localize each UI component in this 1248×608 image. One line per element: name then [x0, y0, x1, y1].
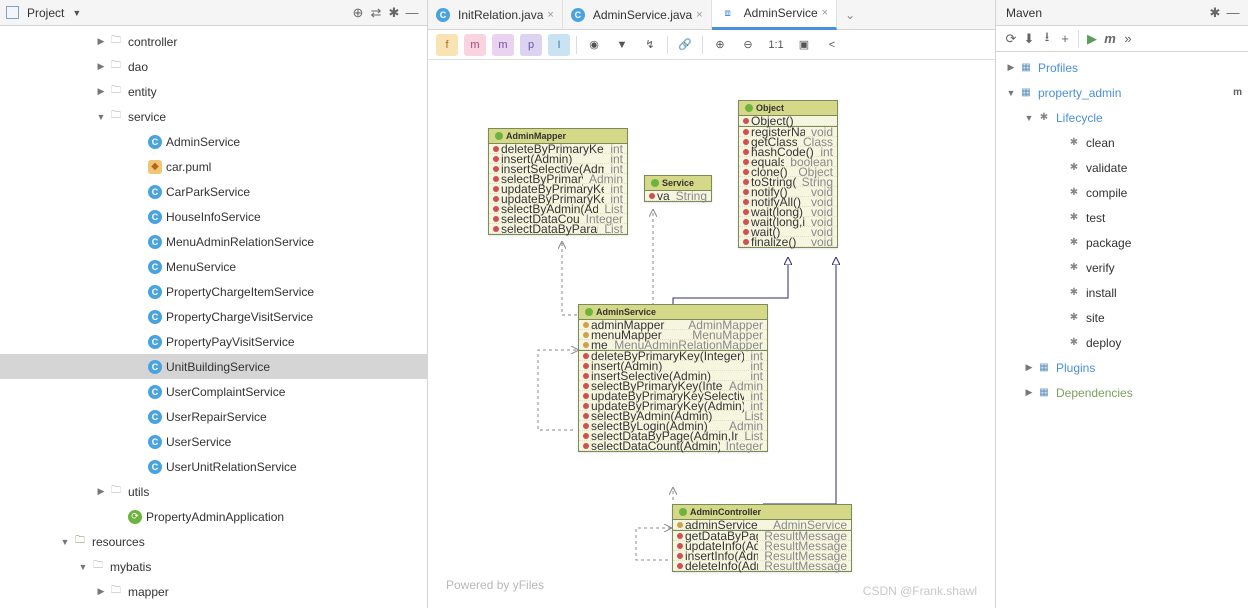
project-title[interactable]: Project	[23, 6, 68, 20]
fit-button[interactable]: ▣	[793, 34, 815, 56]
maven-tree[interactable]: ▶▦Profiles▼▦property_adminm▼✱Lifecycle✱c…	[996, 52, 1248, 608]
tab[interactable]: ⧈AdminService×	[712, 0, 837, 30]
link-button[interactable]: 🔗	[674, 34, 696, 56]
tree-item[interactable]: ✱validate	[996, 155, 1248, 180]
methods-button[interactable]: m	[492, 34, 514, 56]
tree-item[interactable]: ▶🗀entity	[0, 79, 427, 104]
project-dropdown[interactable]: ▼	[68, 8, 85, 18]
tree-item[interactable]: ▶🗀controller	[0, 29, 427, 54]
tree-item[interactable]: ▼🗀mybatis	[0, 554, 427, 579]
properties-button[interactable]: p	[520, 34, 542, 56]
uml-class[interactable]: AdminServiceadminMapperAdminMappermenuMa…	[578, 304, 768, 452]
tree-item[interactable]: ▶🗀utils	[0, 479, 427, 504]
tree-item[interactable]: ✱test	[996, 205, 1248, 230]
tree-item[interactable]: ▼🗀service	[0, 104, 427, 129]
tree-item[interactable]: ✱deploy	[996, 330, 1248, 355]
tab[interactable]: CAdminService.java×	[563, 0, 712, 30]
maven-more-icon[interactable]: »	[1119, 30, 1137, 48]
route-button[interactable]: ↯	[639, 34, 661, 56]
tree-item[interactable]: CPropertyPayVisitService	[0, 329, 427, 354]
editor-tabs: CInitRelation.java×CAdminService.java×⧈A…	[428, 0, 995, 30]
tree-item[interactable]: CHouseInfoService	[0, 204, 427, 229]
download-icon[interactable]: ⭳	[1038, 30, 1056, 48]
tree-item[interactable]: ▼🗀resources	[0, 529, 427, 554]
tree-item[interactable]: ⟳PropertyAdminApplication	[0, 504, 427, 529]
project-tree[interactable]: ▶🗀controller▶🗀dao▶🗀entity▼🗀serviceCAdmin…	[0, 26, 427, 608]
generate-icon[interactable]: ⬇	[1020, 30, 1038, 48]
maven-header: Maven ✱ —	[996, 0, 1248, 26]
tree-item[interactable]: ✱compile	[996, 180, 1248, 205]
tree-item[interactable]: CMenuService	[0, 254, 427, 279]
tree-item[interactable]: CUserRepairService	[0, 404, 427, 429]
zoom-in-button[interactable]: ⊕	[709, 34, 731, 56]
tree-item[interactable]: ✱site	[996, 305, 1248, 330]
watermark: CSDN @Frank.shawl	[863, 584, 977, 598]
tree-item[interactable]: ▼▦property_adminm	[996, 80, 1248, 105]
project-icon	[6, 6, 19, 19]
tree-item[interactable]: ▼✱Lifecycle	[996, 105, 1248, 130]
tree-item[interactable]: ▶🗀mapper	[0, 579, 427, 604]
tree-item[interactable]: ◆car.puml	[0, 154, 427, 179]
uml-class[interactable]: Servicevalue()String	[644, 175, 712, 202]
locate-icon[interactable]: ⊕	[349, 4, 367, 22]
maven-title: Maven	[1002, 6, 1046, 20]
maven-hide-icon[interactable]: —	[1224, 4, 1242, 22]
settings-icon[interactable]: ✱	[385, 4, 403, 22]
tree-item[interactable]: CPropertyChargeVisitService	[0, 304, 427, 329]
hide-icon[interactable]: —	[403, 4, 421, 22]
tree-item[interactable]: CUserComplaintService	[0, 379, 427, 404]
reload-icon[interactable]: ⟳	[1002, 30, 1020, 48]
powered-by: Powered by yFiles	[446, 578, 544, 592]
tree-item[interactable]: CMenuAdminRelationService	[0, 229, 427, 254]
fields-button[interactable]: f	[436, 34, 458, 56]
actual-size-button[interactable]: 1:1	[765, 34, 787, 56]
tree-item[interactable]: ✱install	[996, 280, 1248, 305]
uml-class[interactable]: AdminControlleradminServiceAdminServiceg…	[672, 504, 852, 572]
tab[interactable]: CInitRelation.java×	[428, 0, 563, 30]
project-header: Project ▼ ⊕ ⇄ ✱ —	[0, 0, 427, 26]
preview-button[interactable]: ◉	[583, 34, 605, 56]
tree-item[interactable]: ▶▦Profiles	[996, 55, 1248, 80]
constructors-button[interactable]: m	[464, 34, 486, 56]
uml-class[interactable]: AdminMapperdeleteByPrimaryKey(Integer)in…	[488, 128, 628, 235]
tree-item[interactable]: CUserService	[0, 429, 427, 454]
tree-item[interactable]: ▶🗀dao	[0, 54, 427, 79]
diagram-canvas[interactable]: Powered by yFiles CSDN @Frank.shawl Admi…	[428, 60, 995, 608]
export-button[interactable]: <	[821, 34, 843, 56]
tree-item[interactable]: CUserUnitRelationService	[0, 454, 427, 479]
add-icon[interactable]: +	[1056, 30, 1074, 48]
inner-button[interactable]: I	[548, 34, 570, 56]
tree-item[interactable]: CAdminService	[0, 129, 427, 154]
tree-item[interactable]: ▶▦Plugins	[996, 355, 1248, 380]
maven-toolbar: ⟳ ⬇ ⭳ + ▶ m »	[996, 26, 1248, 52]
zoom-out-button[interactable]: ⊖	[737, 34, 759, 56]
tree-item[interactable]: ✱package	[996, 230, 1248, 255]
maven-m-icon[interactable]: m	[1101, 30, 1119, 48]
tree-item[interactable]: CUnitBuildingService	[0, 354, 427, 379]
diagram-toolbar: f m m p I ◉ ▼ ↯ 🔗 ⊕ ⊖ 1:1 ▣ <	[428, 30, 995, 60]
uml-class[interactable]: ObjectObject()registerNatives()voidgetCl…	[738, 100, 838, 248]
tree-item[interactable]: ✱clean	[996, 130, 1248, 155]
filter-button[interactable]: ▼	[611, 34, 633, 56]
run-icon[interactable]: ▶	[1083, 30, 1101, 48]
tree-item[interactable]: CPropertyChargeItemService	[0, 279, 427, 304]
tree-item[interactable]: CCarParkService	[0, 179, 427, 204]
expand-icon[interactable]: ⇄	[367, 4, 385, 22]
maven-settings-icon[interactable]: ✱	[1206, 4, 1224, 22]
tree-item[interactable]: ✱verify	[996, 255, 1248, 280]
tree-item[interactable]: ▶▦Dependencies	[996, 380, 1248, 405]
